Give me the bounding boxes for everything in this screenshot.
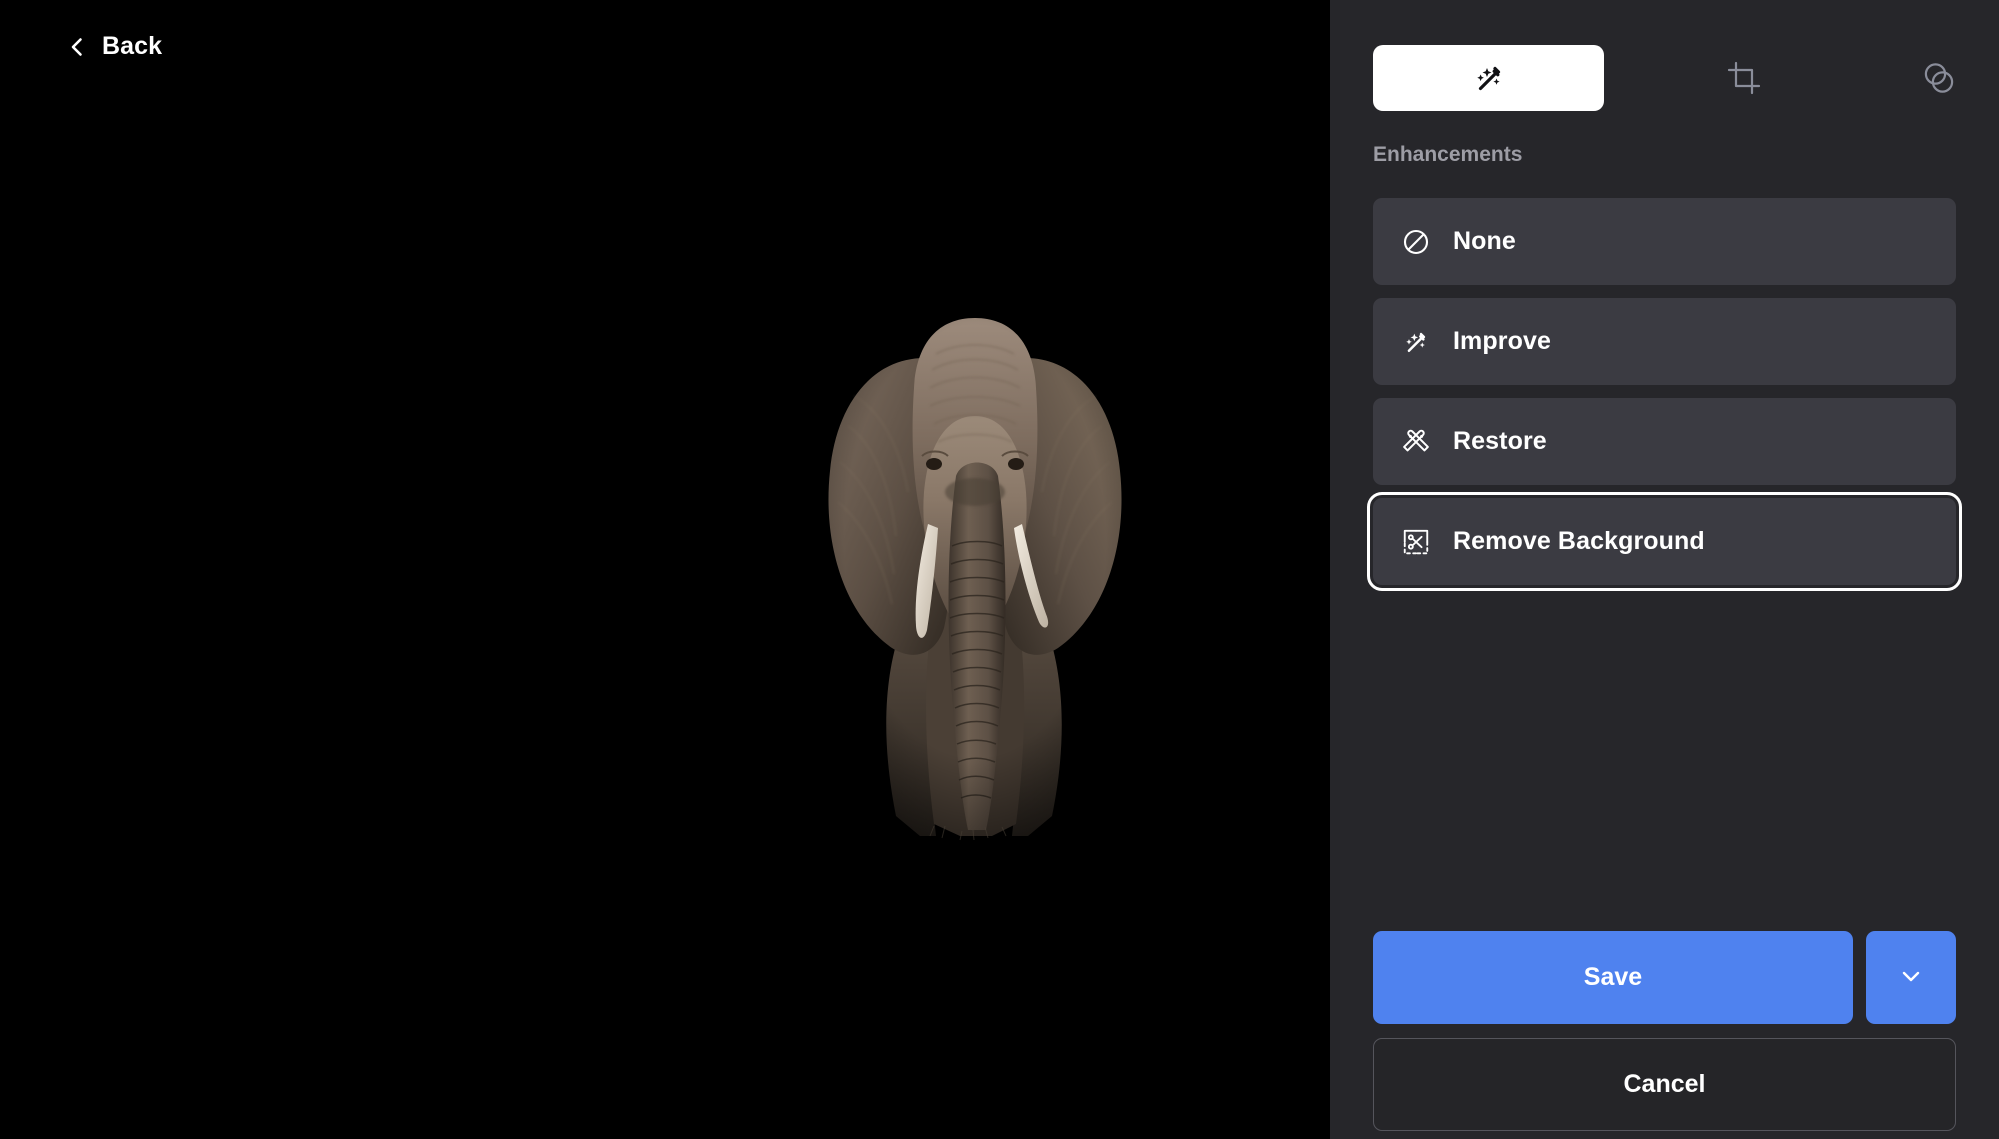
enhancement-item-none[interactable]: None xyxy=(1373,198,1956,285)
chevron-down-icon xyxy=(1898,963,1924,992)
enhancement-label-restore: Restore xyxy=(1453,427,1547,455)
save-button[interactable]: Save xyxy=(1373,931,1853,1024)
crop-icon xyxy=(1726,60,1762,96)
image-stage xyxy=(0,0,1330,1139)
panel-footer-actions: Save Cancel xyxy=(1373,931,1956,1131)
enhancement-item-remove-background[interactable]: Remove Background xyxy=(1367,492,1962,591)
enhancements-list: None Improve Restore Remove Background xyxy=(1367,198,1962,598)
editor-side-panel: Enhancements None Improve Restore Remove… xyxy=(1330,0,1999,1139)
tab-adjust[interactable] xyxy=(1879,45,1999,111)
save-dropdown-button[interactable] xyxy=(1866,931,1956,1024)
photo-editor-window: Back Enhancements None Improve Restore R… xyxy=(0,0,1999,1139)
tab-enhancements[interactable] xyxy=(1373,45,1604,111)
enhancement-item-restore[interactable]: Restore xyxy=(1373,398,1956,485)
enhancement-item-improve[interactable]: Improve xyxy=(1373,298,1956,385)
cancel-button[interactable]: Cancel xyxy=(1373,1038,1956,1131)
scissors-cutout-icon xyxy=(1401,527,1431,557)
image-canvas: Back xyxy=(0,0,1330,1139)
magic-wand-icon xyxy=(1471,60,1507,96)
save-button-group: Save xyxy=(1373,931,1956,1024)
tab-crop[interactable] xyxy=(1684,45,1804,111)
enhancement-label-improve: Improve xyxy=(1453,327,1551,355)
elephant-image xyxy=(810,296,1140,841)
editor-tab-strip xyxy=(1330,45,1999,111)
crossed-tools-icon xyxy=(1401,427,1431,457)
magic-wand-icon xyxy=(1401,327,1431,357)
overlapping-circles-icon xyxy=(1921,60,1957,96)
enhancement-label-remove-background: Remove Background xyxy=(1453,527,1705,555)
section-title-text: Enhancements xyxy=(1373,143,1523,166)
enhancements-section-title: Enhancements xyxy=(1373,143,1522,167)
prohibition-icon xyxy=(1401,227,1431,257)
enhancement-label-none: None xyxy=(1453,227,1516,255)
